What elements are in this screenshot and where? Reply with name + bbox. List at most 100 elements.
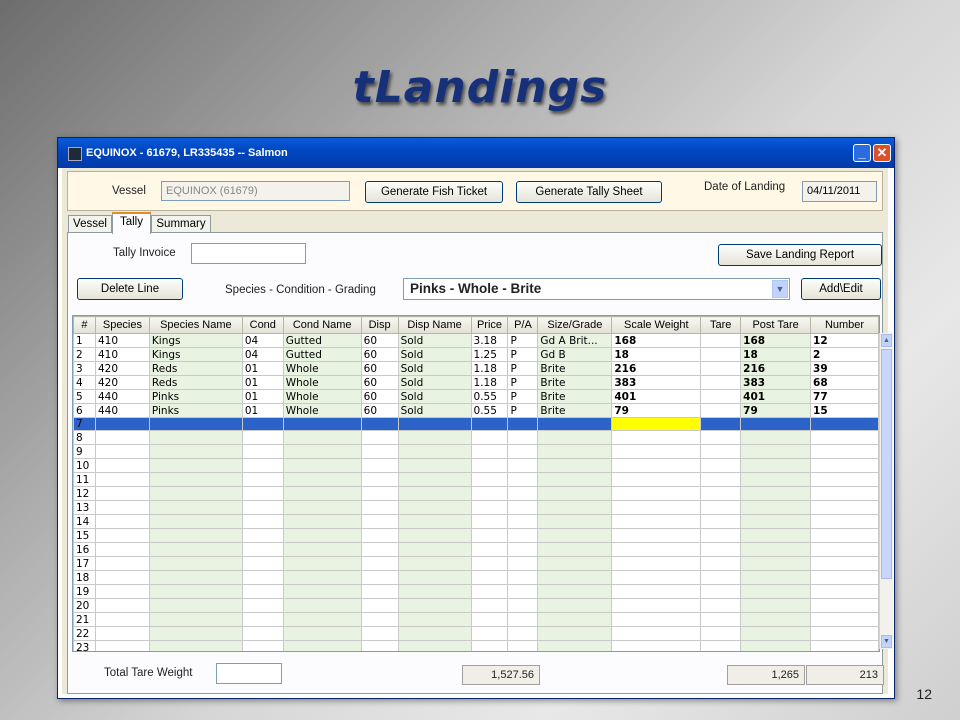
table-cell[interactable] [810,444,879,459]
save-landing-report-button[interactable]: Save Landing Report [718,244,882,266]
table-cell[interactable] [148,598,243,613]
table-cell[interactable]: 401 [740,389,812,404]
table-cell[interactable]: Sold [397,347,472,362]
table-cell[interactable]: 79 [740,403,812,418]
table-cell[interactable]: 18 [73,570,96,585]
column-header[interactable]: Disp Name [397,316,472,334]
table-cell[interactable] [148,514,243,529]
table-cell[interactable] [507,528,539,543]
table-cell[interactable] [470,570,509,585]
table-cell[interactable] [360,640,399,651]
table-cell[interactable]: Gutted [282,347,362,362]
table-cell[interactable]: 8 [73,430,96,445]
table-cell[interactable] [537,514,613,529]
table-cell[interactable] [397,444,472,459]
table-cell[interactable] [94,458,150,473]
table-cell[interactable] [537,584,613,599]
table-row[interactable]: 5 440 Pinks 01 Whole 60 Sold 0.55 P Brite 401 401 77 [73,389,879,404]
table-cell[interactable] [148,444,243,459]
table-cell[interactable] [241,570,284,585]
table-cell[interactable]: Gd B [537,347,613,362]
table-cell[interactable] [397,556,472,571]
table-cell[interactable] [360,528,399,543]
table-cell[interactable]: Brite [537,375,613,390]
table-cell[interactable] [360,612,399,627]
table-cell[interactable]: Pinks [148,403,243,418]
table-cell[interactable] [282,570,362,585]
table-cell[interactable] [537,598,613,613]
table-cell[interactable] [700,570,742,585]
table-cell[interactable] [360,598,399,613]
table-cell[interactable] [700,556,742,571]
table-cell[interactable] [740,528,812,543]
table-cell[interactable] [740,458,812,473]
table-cell[interactable] [700,375,742,390]
window-titlebar[interactable]: EQUINOX - 61679, LR335435 -- Salmon _ ✕ [58,138,894,168]
table-cell[interactable]: 04 [241,347,284,362]
table-cell[interactable]: 11 [73,472,96,487]
table-cell[interactable] [810,417,879,431]
table-cell[interactable]: 9 [73,444,96,459]
table-cell[interactable] [700,598,742,613]
table-cell[interactable] [360,542,399,557]
scrollbar-thumb[interactable] [881,349,892,579]
table-cell[interactable]: Gutted [282,333,362,348]
table-cell[interactable] [611,528,702,543]
table-cell[interactable] [507,500,539,515]
table-cell[interactable] [360,417,399,431]
column-header[interactable]: Cond Name [282,316,362,334]
table-cell[interactable] [282,417,362,431]
table-cell[interactable] [148,417,243,431]
scroll-down-icon[interactable]: ▼ [881,635,892,648]
table-cell[interactable] [470,514,509,529]
table-cell[interactable]: 60 [360,389,399,404]
table-cell[interactable] [94,444,150,459]
table-cell[interactable]: 216 [611,361,702,376]
table-cell[interactable]: 01 [241,361,284,376]
table-cell[interactable] [537,556,613,571]
table-cell[interactable] [397,528,472,543]
table-cell[interactable]: 18 [611,347,702,362]
table-cell[interactable] [148,640,243,651]
table-cell[interactable]: 0.55 [470,403,509,418]
table-cell[interactable]: 1.25 [470,347,509,362]
table-cell[interactable] [241,486,284,501]
table-cell[interactable] [700,584,742,599]
table-cell[interactable] [360,472,399,487]
table-cell[interactable]: 5 [73,389,96,404]
table-cell[interactable] [810,640,879,651]
table-cell[interactable] [397,598,472,613]
table-cell[interactable] [537,640,613,651]
table-cell[interactable] [740,486,812,501]
table-cell[interactable]: Sold [397,389,472,404]
table-cell[interactable]: 3.18 [470,333,509,348]
table-cell[interactable] [611,430,702,445]
table-cell[interactable]: P [507,389,539,404]
column-header[interactable]: Price [470,316,509,334]
table-cell[interactable] [397,570,472,585]
table-cell[interactable]: 401 [611,389,702,404]
table-cell[interactable]: Whole [282,361,362,376]
table-cell[interactable] [148,472,243,487]
table-cell[interactable] [360,514,399,529]
chevron-down-icon[interactable]: ▼ [772,280,788,298]
table-cell[interactable] [282,514,362,529]
table-cell[interactable]: 1 [73,333,96,348]
tally-grid[interactable]: # Species Species Name Cond Cond Name Disp Dis… [72,315,880,652]
table-cell[interactable]: 17 [73,556,96,571]
table-row[interactable]: 23 [73,640,879,651]
table-row[interactable]: 1 410 Kings 04 Gutted 60 Sold 3.18 P Gd A Brit...… [73,333,879,348]
table-cell[interactable] [148,430,243,445]
table-cell[interactable] [397,458,472,473]
table-cell[interactable] [470,500,509,515]
table-cell[interactable] [282,612,362,627]
table-cell[interactable]: Whole [282,375,362,390]
column-header[interactable]: Size/Grade [537,316,613,334]
table-cell[interactable]: 23 [73,640,96,651]
table-cell[interactable] [810,626,879,641]
table-cell[interactable] [94,500,150,515]
table-cell[interactable] [700,528,742,543]
table-cell[interactable]: 0.55 [470,389,509,404]
table-cell[interactable] [740,500,812,515]
table-cell[interactable]: 216 [740,361,812,376]
